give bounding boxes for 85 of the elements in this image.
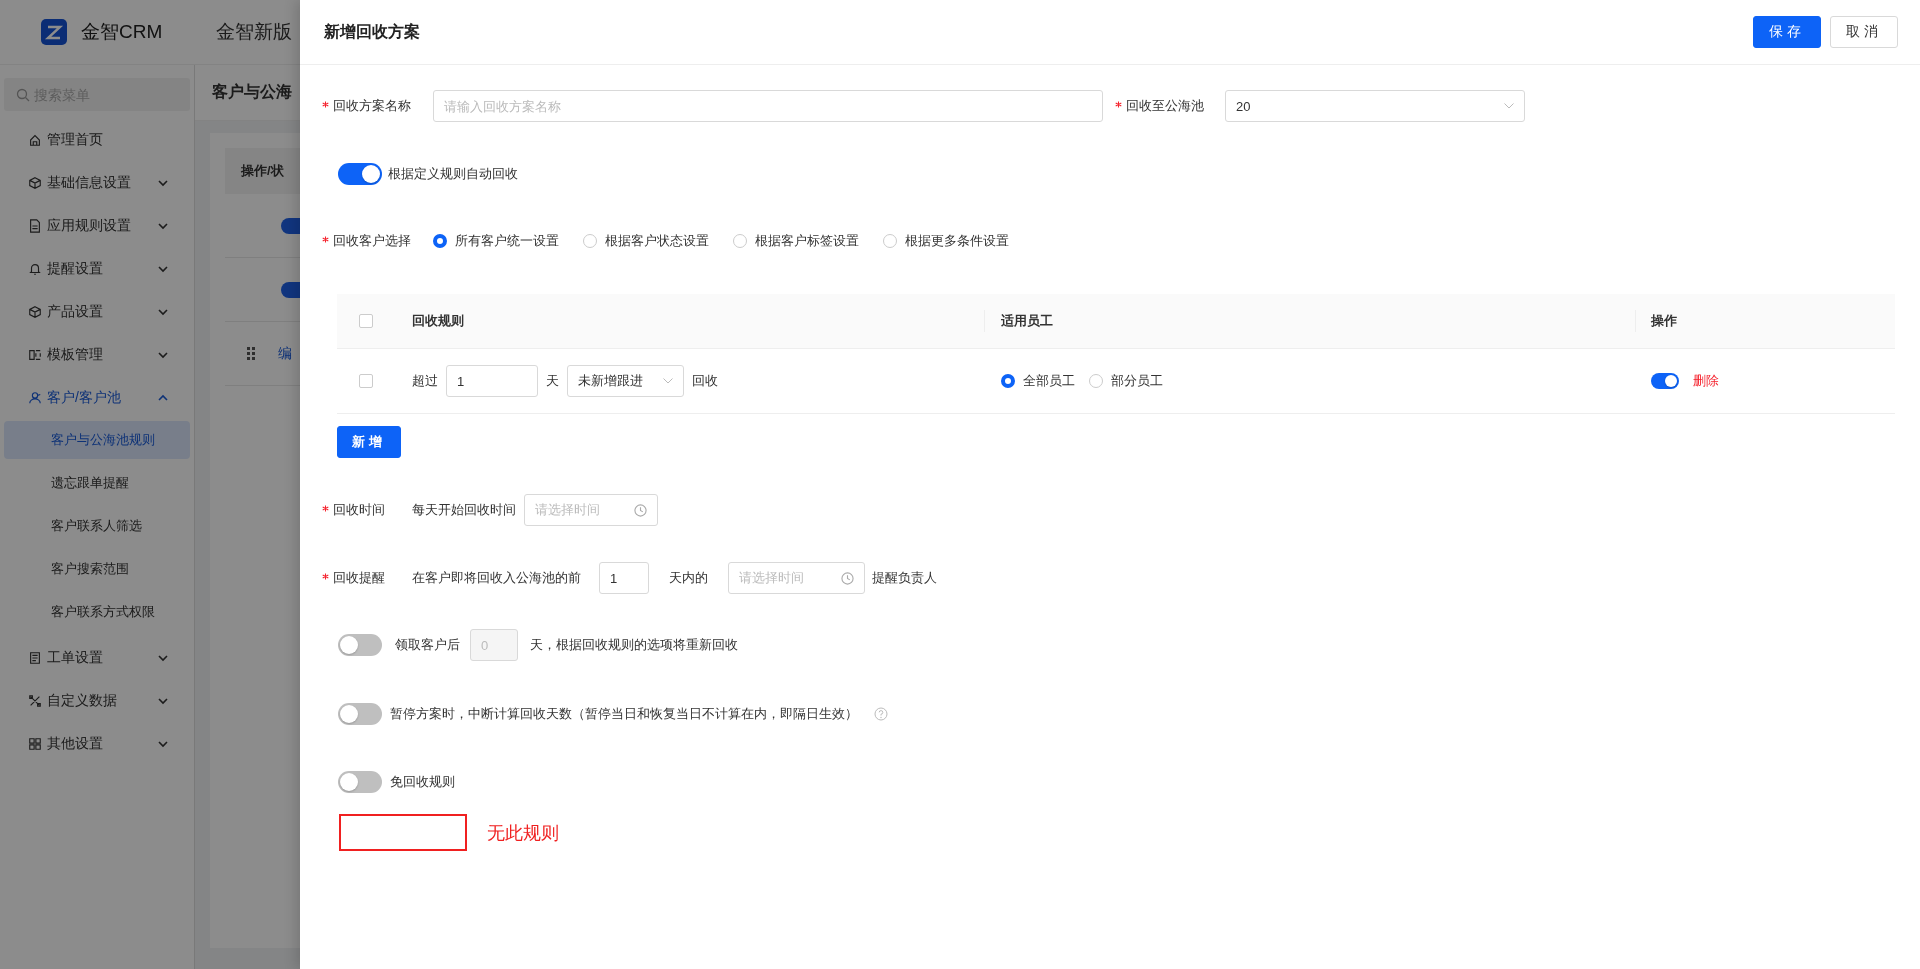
menu-item[interactable]: 基础信息设置: [0, 161, 194, 204]
menu-item[interactable]: 其他设置: [0, 722, 194, 765]
field-label: 回收至公海池: [1126, 98, 1204, 113]
app-logo-text: 金智CRM: [81, 20, 163, 44]
app-title: 金智新版: [216, 20, 292, 44]
rule-text: 超过: [412, 372, 438, 390]
rule-text: 回收: [692, 372, 718, 390]
toggle-switch[interactable]: [338, 703, 382, 725]
logo-icon: [41, 19, 67, 45]
menu-icon: [28, 650, 42, 665]
menu-icon: [28, 693, 42, 708]
rule-text: 天: [546, 372, 559, 390]
annotation-text: 无此规则: [487, 820, 559, 845]
menu-icon: [28, 736, 42, 751]
menu-icon: [28, 347, 42, 362]
field-text: 在客户即将回收入公海池的前: [412, 569, 581, 587]
menu-item[interactable]: 产品设置: [0, 290, 194, 333]
chevron-icon: [1504, 103, 1514, 109]
cancel-button[interactable]: 取消: [1830, 16, 1898, 48]
radio-option[interactable]: 部分员工: [1089, 372, 1163, 390]
menu-item[interactable]: 提醒设置: [0, 247, 194, 290]
menu-item[interactable]: 模板管理: [0, 333, 194, 376]
switch-label: 暂停方案时，中断计算回收天数（暂停当日和恢复当日不计算在内，即隔日生效）: [390, 705, 858, 723]
delete-link[interactable]: 删除: [1693, 372, 1719, 390]
radio-option[interactable]: 根据更多条件设置: [883, 232, 1009, 250]
switch-label: 免回收规则: [390, 773, 455, 791]
menu-icon: [28, 304, 42, 319]
radio-option[interactable]: 根据客户标签设置: [733, 232, 859, 250]
days-field[interactable]: 1: [599, 562, 649, 594]
field-text: 提醒负责人: [872, 569, 937, 587]
toggle-switch[interactable]: [281, 281, 300, 298]
drawer-title: 新增回收方案: [324, 21, 420, 42]
menu-item[interactable]: 客户/客户池: [0, 376, 194, 419]
field-label: 回收时间: [333, 502, 385, 517]
field-text: 每天开始回收时间: [412, 501, 516, 519]
table-header: 操作/状: [225, 148, 300, 194]
radio-option[interactable]: 所有客户统一设置: [433, 232, 559, 250]
column-header: 回收规则: [412, 312, 464, 330]
condition-select[interactable]: 未新增跟进: [567, 365, 684, 397]
search-icon: [16, 88, 30, 102]
radio-button[interactable]: [1001, 374, 1015, 388]
checkbox[interactable]: [359, 374, 373, 388]
toggle-switch[interactable]: [281, 217, 300, 234]
field-label: 回收客户选择: [333, 233, 411, 248]
page-title: 客户与公海: [195, 65, 300, 121]
menu-item[interactable]: 应用规则设置: [0, 204, 194, 247]
menu-icon: [28, 261, 42, 276]
drag-handle-icon[interactable]: [247, 347, 255, 360]
scheme-name-field[interactable]: 请输入回收方案名称: [433, 90, 1103, 122]
menu-icon: [28, 175, 42, 190]
menu-icon: [28, 132, 42, 147]
submenu-item[interactable]: 遗忘跟单提醒: [4, 464, 190, 502]
checkbox[interactable]: [359, 314, 373, 328]
submenu-item[interactable]: 客户联系方式权限: [4, 593, 190, 631]
field-label: 回收方案名称: [333, 98, 411, 113]
submenu-item[interactable]: 客户联系人筛选: [4, 507, 190, 545]
column-header: 操作: [1651, 312, 1677, 330]
days-field[interactable]: 1: [446, 365, 538, 397]
submenu-item[interactable]: 客户与公海池规则: [4, 421, 190, 459]
pool-select[interactable]: 20: [1225, 90, 1525, 122]
menu-item[interactable]: 管理首页: [0, 118, 194, 161]
chevron-icon: [663, 378, 673, 384]
radio-option[interactable]: 根据客户状态设置: [583, 232, 709, 250]
menu-icon: [28, 390, 42, 405]
radio-button[interactable]: [433, 234, 447, 248]
switch-label: 天，根据回收规则的选项将重新回收: [530, 636, 738, 654]
switch-label: 根据定义规则自动回收: [388, 165, 518, 183]
save-button[interactable]: 保存: [1753, 16, 1821, 48]
column-header: 适用员工: [1001, 312, 1053, 330]
menu-item[interactable]: 工单设置: [0, 636, 194, 679]
toggle-switch[interactable]: [338, 771, 382, 793]
clock-icon: [841, 571, 854, 585]
clock-icon: [634, 503, 647, 517]
toggle-switch[interactable]: [338, 163, 382, 185]
menu-icon: [28, 218, 42, 233]
add-button[interactable]: 新增: [337, 426, 401, 458]
submenu-item[interactable]: 客户搜索范围: [4, 550, 190, 588]
toggle-switch[interactable]: [1651, 373, 1679, 389]
edit-link[interactable]: 编: [278, 344, 292, 363]
menu-item[interactable]: 自定义数据: [0, 679, 194, 722]
field-label: 回收提醒: [333, 570, 385, 585]
radio-option[interactable]: 全部员工: [1001, 372, 1075, 390]
help-icon[interactable]: [874, 707, 888, 721]
field-text: 天内的: [669, 569, 708, 587]
switch-label: 领取客户后: [395, 636, 460, 654]
